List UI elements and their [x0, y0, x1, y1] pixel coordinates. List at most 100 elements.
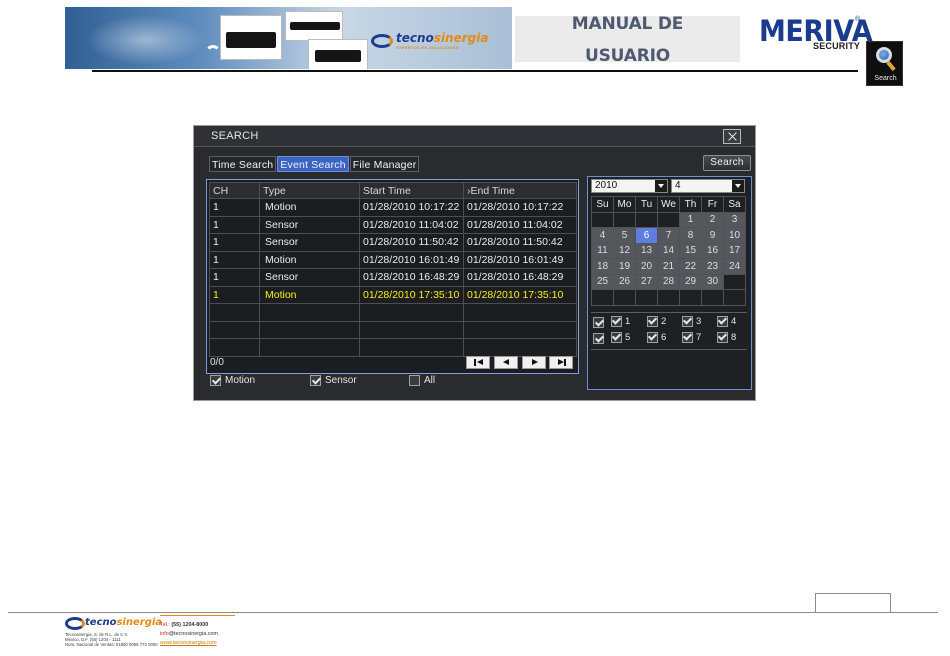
calendar-day[interactable]: 1: [679, 211, 702, 228]
month-select[interactable]: 4: [671, 179, 745, 193]
search-button[interactable]: Search: [703, 155, 751, 171]
chevron-down-icon[interactable]: [655, 180, 667, 192]
checkbox-icon[interactable]: [682, 316, 693, 327]
channel-checkbox-1[interactable]: 1: [611, 316, 630, 327]
calendar-day[interactable]: 30: [701, 273, 724, 290]
checkbox-icon[interactable]: [717, 332, 728, 343]
checkbox-icon[interactable]: [682, 332, 693, 343]
table-row[interactable]: [209, 320, 577, 339]
channel-label: 3: [696, 316, 702, 328]
tecnosinergia-ring-icon: [65, 617, 85, 630]
sensor-checkbox-label: Sensor: [325, 375, 357, 386]
column-header-ch[interactable]: CH: [209, 182, 260, 199]
previous-page-button[interactable]: [494, 356, 518, 369]
cell-start-time: 01/28/2010 10:17:22: [359, 198, 464, 217]
checkbox-icon[interactable]: [611, 332, 622, 343]
calendar-day[interactable]: 19: [613, 258, 636, 275]
year-select[interactable]: 2010: [591, 179, 668, 193]
calendar-day[interactable]: 21: [657, 258, 680, 275]
calendar-panel: 2010 4 Su Mo Tu We Th Fr Sa 1 2 3 4 5 6 7 8 9 10 11 12 13 14…: [587, 176, 752, 390]
tab-event-search[interactable]: Event Search: [277, 156, 349, 172]
calendar-day[interactable]: 24: [723, 258, 746, 275]
calendar-day[interactable]: 20: [635, 258, 658, 275]
calendar-day[interactable]: 5: [613, 227, 636, 244]
table-row[interactable]: [209, 338, 577, 357]
calendar-day[interactable]: 3: [723, 211, 746, 228]
channel-checkbox-4[interactable]: 4: [717, 316, 736, 327]
calendar-day[interactable]: 28: [657, 273, 680, 290]
motion-checkbox[interactable]: [210, 375, 221, 386]
cell-end-time: 01/28/2010 17:35:10: [463, 285, 577, 304]
table-row[interactable]: 1 Motion 01/28/2010 10:17:22 01/28/2010 10:…: [209, 198, 577, 217]
calendar-day[interactable]: 10: [723, 227, 746, 244]
calendar-day[interactable]: 23: [701, 258, 724, 275]
calendar-day[interactable]: 26: [613, 273, 636, 290]
calendar-day[interactable]: 13: [635, 242, 658, 259]
checkbox-icon[interactable]: [717, 316, 728, 327]
channel-checkbox-7[interactable]: 7: [682, 332, 701, 343]
last-page-button[interactable]: [549, 356, 573, 369]
table-row[interactable]: 1 Sensor 01/28/2010 16:48:29 01/28/2010 16:…: [209, 268, 577, 287]
footer-email[interactable]: info@tecnosinergia.com: [160, 630, 218, 639]
footer-phone-number: (55) 1204-8000: [171, 622, 209, 628]
calendar-day[interactable]: 22: [679, 258, 702, 275]
channel-checkbox-2[interactable]: 2: [647, 316, 666, 327]
calendar-day[interactable]: 18: [591, 258, 614, 275]
calendar-day[interactable]: 2: [701, 211, 724, 228]
calendar-day[interactable]: 17: [723, 242, 746, 259]
column-header-type[interactable]: Type: [259, 182, 360, 199]
calendar-day[interactable]: 7: [657, 227, 680, 244]
all-checkbox[interactable]: [409, 375, 420, 386]
channel-checkbox-5[interactable]: 5: [611, 332, 630, 343]
channel-checkbox-8[interactable]: 8: [717, 332, 736, 343]
calendar-day[interactable]: 29: [679, 273, 702, 290]
cell-empty: [259, 303, 360, 322]
calendar-day[interactable]: 27: [635, 273, 658, 290]
checkbox-icon[interactable]: [647, 316, 658, 327]
calendar-day[interactable]: 4: [591, 227, 614, 244]
table-row[interactable]: 1 Sensor 01/28/2010 11:50:42 01/28/2010 11:…: [209, 233, 577, 252]
tab-file-manager[interactable]: File Manager: [349, 156, 420, 172]
sensor-checkbox[interactable]: [310, 375, 321, 386]
tab-time-search[interactable]: Time Search: [209, 156, 277, 172]
calendar-day[interactable]: 11: [591, 242, 614, 259]
channel-row-1: 1 2 3 4: [591, 316, 747, 330]
next-page-button[interactable]: [522, 356, 546, 369]
column-header-start-time[interactable]: Start Time: [359, 182, 464, 199]
all-checkbox-label: All: [424, 375, 436, 386]
calendar-day[interactable]: 16: [701, 242, 724, 259]
cell-start-time: 01/28/2010 17:35:10: [359, 285, 464, 304]
event-list-panel: CH Type Start Time ›End Time 1 Motion 01/2…: [206, 179, 579, 374]
chevron-down-icon[interactable]: [732, 180, 744, 192]
column-header-end-time[interactable]: ›End Time: [463, 182, 577, 199]
checkbox-icon[interactable]: [647, 332, 658, 343]
calendar-day[interactable]: 12: [613, 242, 636, 259]
table-row[interactable]: [209, 303, 577, 322]
table-row[interactable]: 1 Motion 01/28/2010 16:01:49 01/28/2010 16:…: [209, 250, 577, 269]
calendar-day[interactable]: 9: [701, 227, 724, 244]
channel-checkbox-6[interactable]: 6: [647, 332, 666, 343]
all-channels-checkbox[interactable]: [593, 317, 604, 328]
checkbox-icon[interactable]: [611, 316, 622, 327]
footer-web-link[interactable]: www.tecnosinergia.com: [160, 639, 218, 648]
calendar-day[interactable]: 6: [635, 227, 658, 244]
calendar-day[interactable]: 15: [679, 242, 702, 259]
calendar-day[interactable]: 25: [591, 273, 614, 290]
all-channels-checkbox[interactable]: [593, 333, 604, 344]
manual-title: MANUAL DE USUARIO: [515, 8, 740, 72]
calendar-empty-cell: [679, 289, 702, 306]
calendar-day[interactable]: 14: [657, 242, 680, 259]
calendar-day[interactable]: 8: [679, 227, 702, 244]
cell-ch: 1: [209, 285, 260, 304]
footer-brand-main: tecno: [85, 617, 117, 628]
cell-type: Sensor: [259, 233, 360, 252]
channel-checkbox-3[interactable]: 3: [682, 316, 701, 327]
table-row[interactable]: 1 Sensor 01/28/2010 11:04:02 01/28/2010 11:…: [209, 215, 577, 234]
cell-end-time: 01/28/2010 11:04:02: [463, 215, 577, 234]
manual-title-line2: USUARIO: [585, 46, 670, 66]
table-row[interactable]: 1 Motion 01/28/2010 17:35:10 01/28/2010 17:…: [209, 285, 577, 304]
calendar-weekday: Sa: [723, 196, 746, 213]
first-page-button[interactable]: [466, 356, 490, 369]
table-header-row: CH Type Start Time ›End Time: [209, 182, 577, 199]
close-icon[interactable]: [723, 129, 741, 144]
